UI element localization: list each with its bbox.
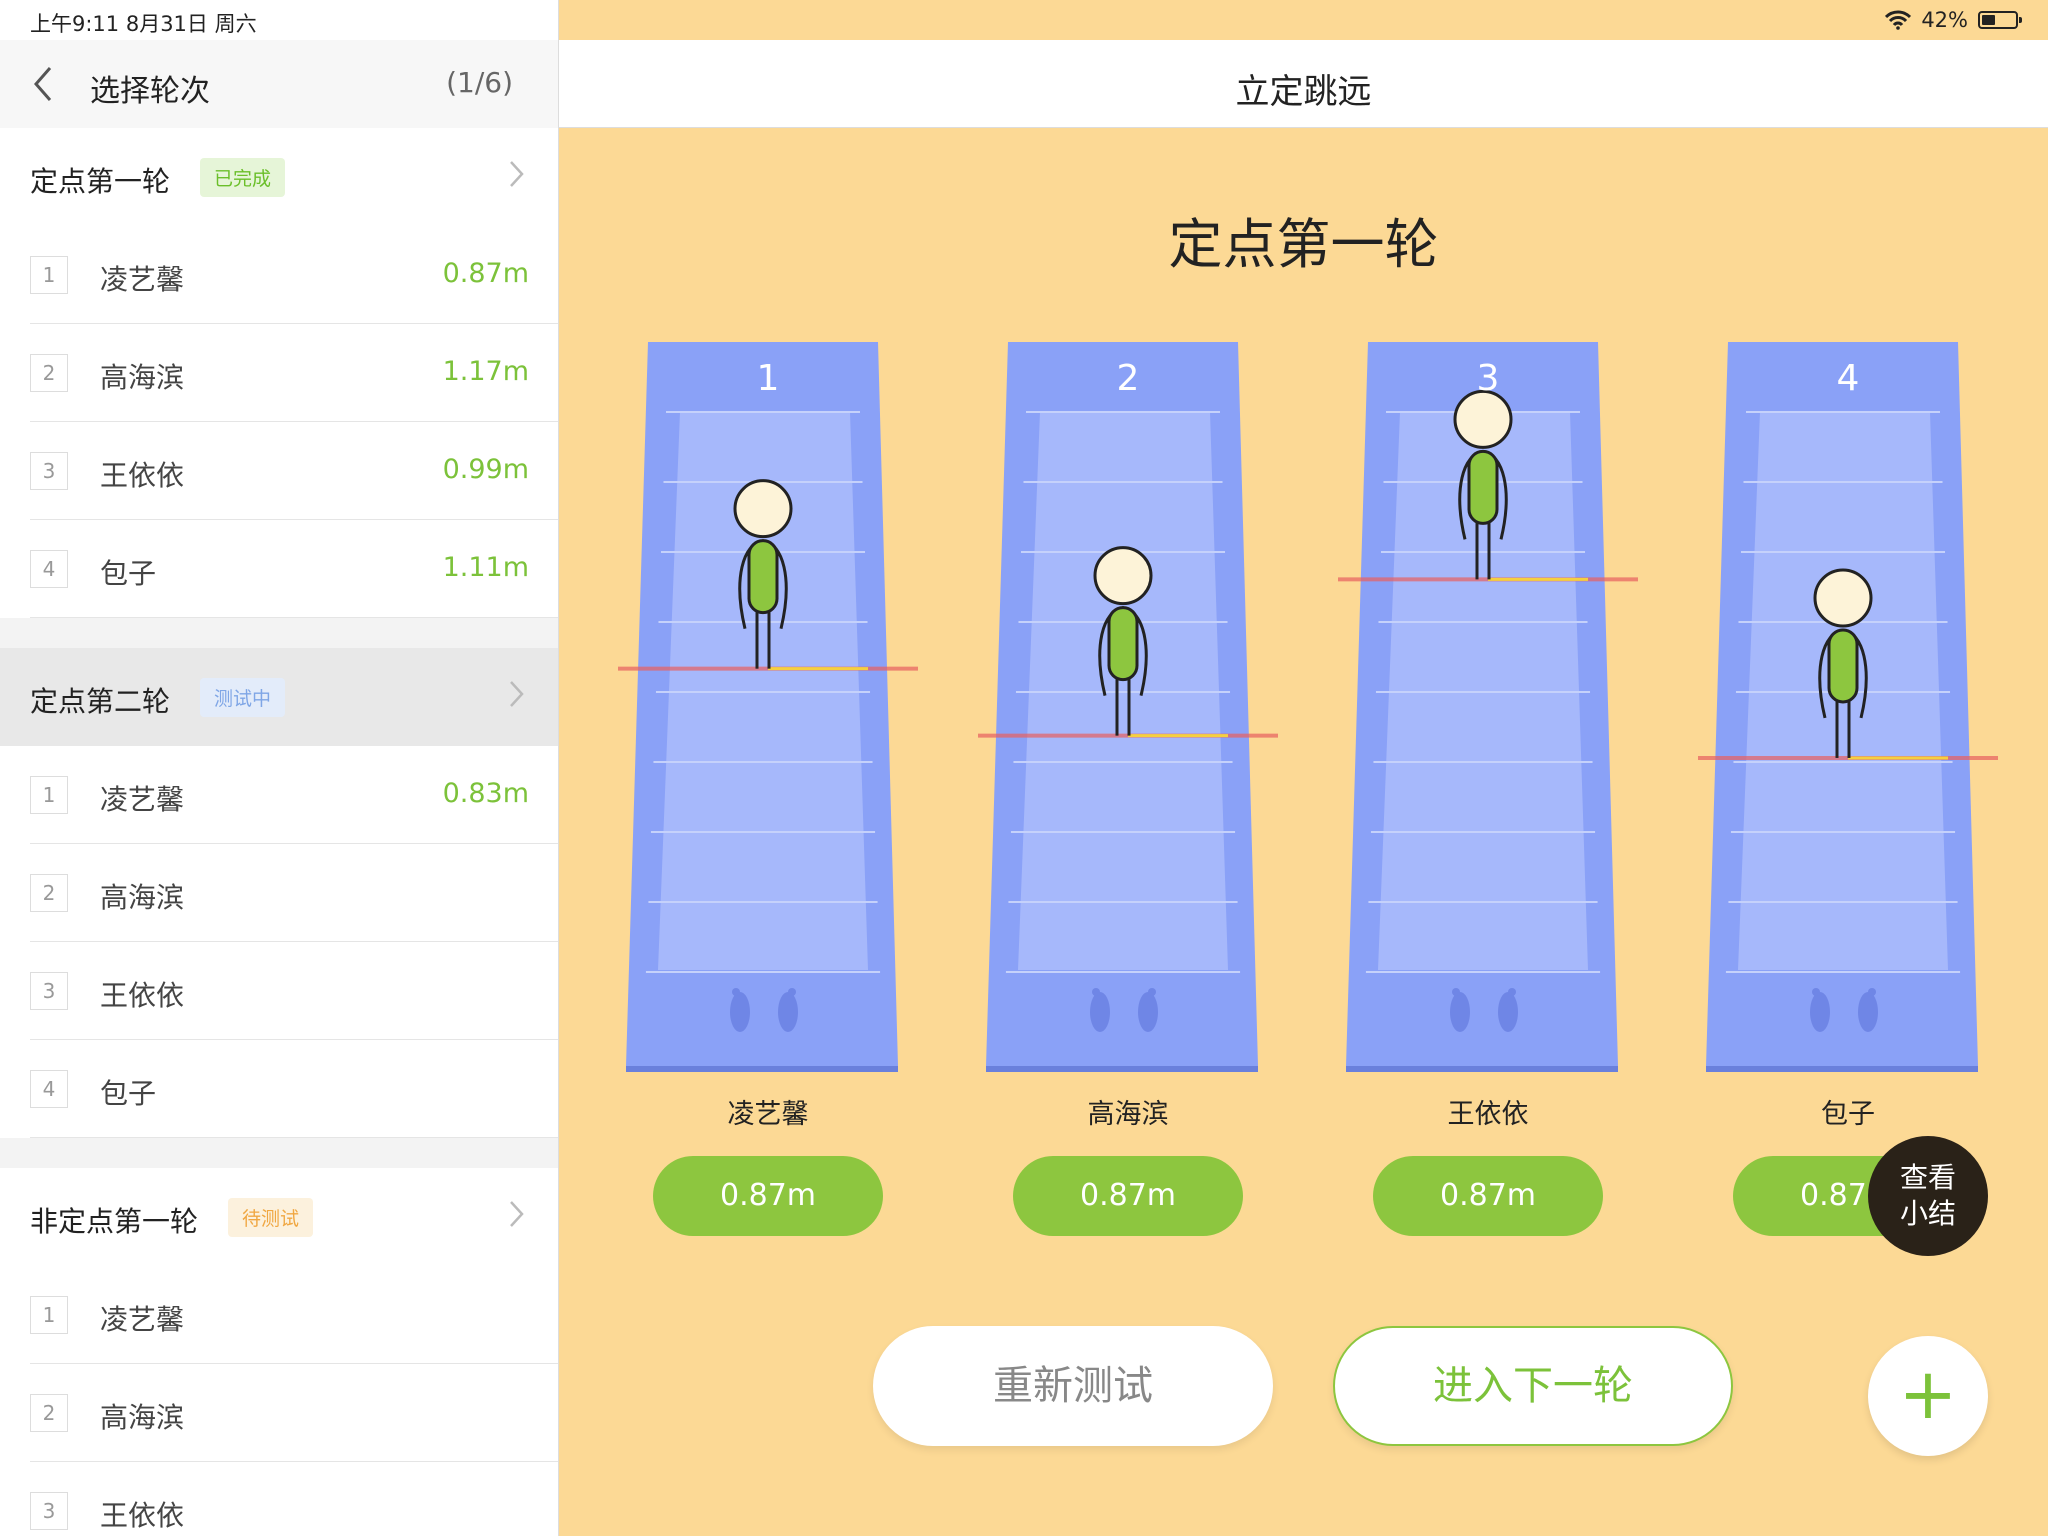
jump-mat (618, 342, 918, 1072)
player-name: 凌艺馨 (100, 263, 185, 296)
player-name: 王依依 (100, 979, 185, 1012)
status-bar: 上午9:11 8月31日 周六 42% (0, 0, 2048, 40)
player-name: 王依依 (100, 1499, 185, 1532)
list-item[interactable]: 4 包子 1.11m (0, 520, 558, 618)
player-number: 1 (30, 776, 68, 814)
player-name: 凌艺馨 (100, 1303, 185, 1336)
status-badge: 待测试 (228, 1198, 314, 1237)
chevron-right-icon (509, 1198, 525, 1238)
view-summary-button[interactable]: 查看 小结 (1868, 1136, 1988, 1256)
jump-lane[interactable]: 1 凌艺馨 0.87m (618, 340, 918, 1240)
round-header[interactable]: 定点第二轮 测试中 (0, 648, 558, 746)
lane-number: 3 (1476, 358, 1500, 399)
player-number: 4 (30, 1070, 68, 1108)
section-gap (0, 1138, 558, 1168)
player-name: 高海滨 (100, 361, 185, 394)
round-header[interactable]: 定点第一轮 已完成 (0, 128, 558, 226)
jump-lane[interactable]: 2 高海滨 0.87m (978, 340, 1278, 1240)
status-badge: 已完成 (200, 158, 286, 197)
list-item[interactable]: 3 王依依 (0, 942, 558, 1040)
player-number: 2 (30, 874, 68, 912)
player-score: 1.11m (442, 552, 529, 583)
player-number: 2 (30, 354, 68, 392)
result-pill[interactable]: 0.87m (1373, 1156, 1603, 1236)
sidebar-header: 选择轮次 (1/6) (0, 40, 558, 128)
player-name: 王依依 (100, 459, 185, 492)
list-item[interactable]: 3 王依依 0.99m (0, 422, 558, 520)
lane-number: 2 (1116, 358, 1140, 399)
jump-mat (978, 342, 1278, 1072)
next-round-button[interactable]: 进入下一轮 (1333, 1326, 1733, 1446)
chevron-right-icon (509, 678, 525, 718)
round-name: 定点第二轮 (30, 685, 171, 718)
list-item[interactable]: 1 凌艺馨 0.87m (0, 226, 558, 324)
list-item[interactable]: 4 包子 (0, 1040, 558, 1138)
summary-label-2: 小结 (1899, 1197, 1956, 1230)
player-score: 0.99m (442, 454, 529, 485)
lane-number: 1 (756, 358, 780, 399)
status-badge: 测试中 (200, 678, 286, 717)
player-name: 凌艺馨 (100, 783, 185, 816)
round-list: 定点第一轮 已完成 1 凌艺馨 0.87m 2 高海滨 1.17m 3 王依依 0.99m 4 包子 1.… (0, 128, 558, 1536)
jump-mat (1698, 342, 1998, 1072)
wifi-icon (1885, 10, 1912, 30)
player-score: 1.17m (442, 356, 529, 387)
page-title: 立定跳远 (1235, 72, 1372, 112)
add-button[interactable]: + (1868, 1336, 1988, 1456)
list-item[interactable]: 1 凌艺馨 (0, 1266, 558, 1364)
retest-button[interactable]: 重新测试 (873, 1326, 1273, 1446)
list-item[interactable]: 2 高海滨 1.17m (0, 324, 558, 422)
player-name: 高海滨 (100, 1401, 185, 1434)
round-header[interactable]: 非定点第一轮 待测试 (0, 1168, 558, 1266)
player-number: 3 (30, 972, 68, 1010)
player-number: 3 (30, 452, 68, 490)
sidebar-title: 选择轮次 (90, 74, 210, 109)
player-name: 包子 (100, 1077, 157, 1110)
player-score: 0.87m (442, 258, 529, 289)
summary-label-1: 查看 (1899, 1161, 1956, 1194)
battery-icon (1978, 11, 2022, 29)
player-name: 包子 (100, 557, 157, 590)
divider (30, 617, 558, 618)
player-number: 3 (30, 1492, 68, 1530)
chevron-left-icon (34, 67, 52, 101)
lane-player-name: 包子 (1821, 1099, 1875, 1130)
current-round-title: 定点第一轮 (1168, 213, 1439, 276)
divider (30, 1137, 558, 1138)
round-name: 定点第一轮 (30, 165, 171, 198)
battery-percent: 42% (1921, 8, 1968, 32)
lane-player-name: 王依依 (1447, 1099, 1529, 1130)
lane-number: 4 (1836, 358, 1860, 399)
lane-player-name: 凌艺馨 (727, 1099, 809, 1130)
plus-icon: + (1898, 1353, 1958, 1435)
player-name: 高海滨 (100, 881, 185, 914)
list-item[interactable]: 2 高海滨 (0, 844, 558, 942)
section-gap (0, 618, 558, 648)
result-pill[interactable]: 0.87m (653, 1156, 883, 1236)
round-count: (1/6) (446, 66, 513, 99)
player-number: 1 (30, 1296, 68, 1334)
player-score: 0.83m (442, 778, 529, 809)
result-pill[interactable]: 0.87m (1013, 1156, 1243, 1236)
player-number: 4 (30, 550, 68, 588)
round-sidebar: 选择轮次 (1/6) 定点第一轮 已完成 1 凌艺馨 0.87m 2 高海滨 1.17m 3 王依… (0, 0, 559, 1536)
jump-mat (1338, 342, 1638, 1072)
player-number: 2 (30, 1394, 68, 1432)
list-item[interactable]: 3 王依依 (0, 1462, 558, 1536)
chevron-right-icon (509, 158, 525, 198)
main-header: 立定跳远 (559, 40, 2048, 128)
status-time: 上午9:11 8月31日 周六 (30, 12, 257, 36)
player-number: 1 (30, 256, 68, 294)
back-button[interactable] (30, 64, 64, 104)
status-right: 42% (1885, 8, 2022, 32)
list-item[interactable]: 2 高海滨 (0, 1364, 558, 1462)
lane-player-name: 高海滨 (1087, 1099, 1169, 1130)
jump-lane[interactable]: 4 包子 0.87m (1698, 340, 1998, 1240)
list-item[interactable]: 1 凌艺馨 0.83m (0, 746, 558, 844)
jump-lane[interactable]: 3 王依依 0.87m (1338, 340, 1638, 1240)
round-name: 非定点第一轮 (30, 1205, 199, 1238)
